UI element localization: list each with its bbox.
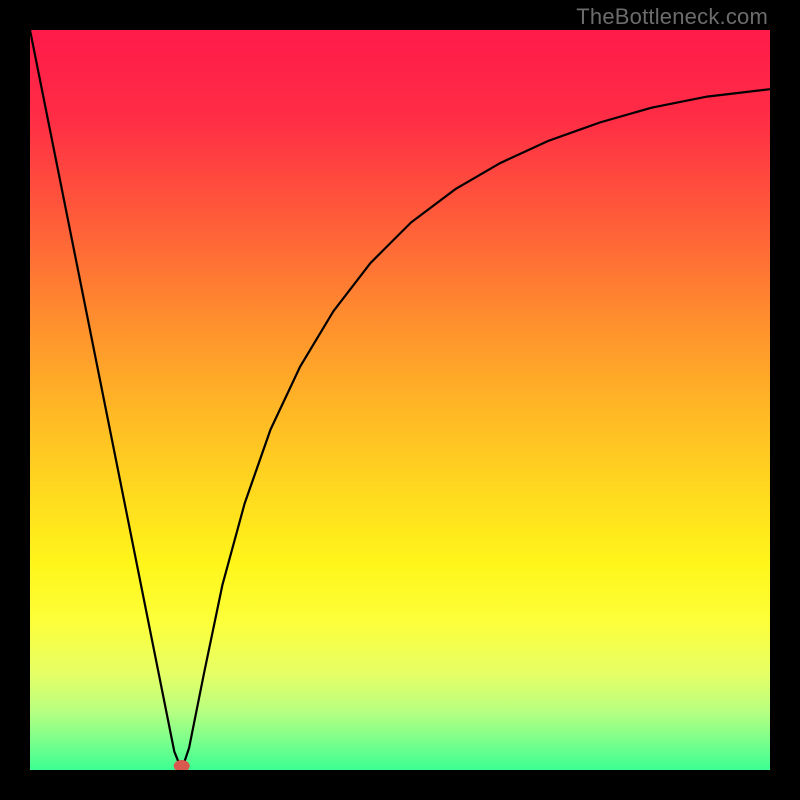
gradient-background [30, 30, 770, 770]
watermark-text: TheBottleneck.com [576, 4, 768, 30]
chart-svg [30, 30, 770, 770]
plot-frame [30, 30, 770, 770]
